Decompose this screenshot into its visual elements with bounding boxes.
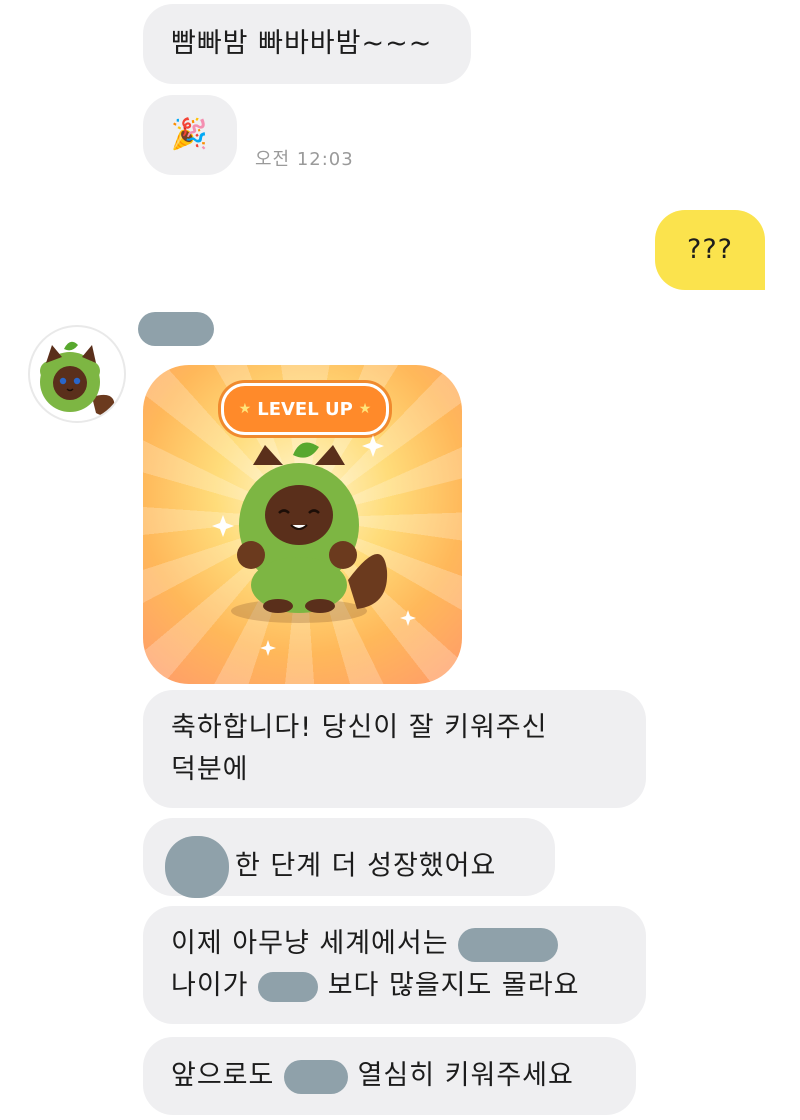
message-text-line: 이제 아무냥 세계에서는 [171, 923, 618, 965]
level-up-card[interactable]: ★ LEVEL UP ★ [143, 365, 462, 684]
sender-name-blurred [138, 312, 214, 346]
message-bubble[interactable]: 앞으로도 열심히 키워주세요 [143, 1037, 636, 1115]
message-text: 빰빠밤 빠바바밤~~~ [171, 28, 433, 59]
cat-in-green-leaf-costume-avatar [40, 341, 115, 416]
message-text: ??? [687, 234, 733, 265]
blurred-name [165, 836, 229, 898]
profile-avatar[interactable] [28, 325, 126, 423]
message-text-line: 나이가 보다 많을지도 몰라요 [171, 965, 618, 1007]
message-bubble[interactable]: 이제 아무냥 세계에서는 나이가 보다 많을지도 몰라요 [143, 906, 646, 1024]
message-text: 보다 많을지도 몰라요 [327, 970, 580, 1001]
blurred-name [458, 927, 559, 962]
my-message-bubble[interactable]: ??? [655, 210, 765, 290]
message-text: 이제 아무냥 세계에서는 [171, 928, 449, 959]
message-text-line: 덕분에 [171, 754, 249, 785]
message-bubble[interactable]: 한 단계 더 성장했어요 [143, 818, 555, 898]
message-text: 한 단계 더 성장했어요 [235, 850, 497, 882]
message-bubble[interactable]: 축하합니다! 당신이 잘 키워주신 덕분에 [143, 690, 646, 808]
cat-in-green-leaf-costume-illustration [212, 435, 416, 656]
message-timestamp: 오전 12:03 [255, 149, 354, 170]
party-popper-icon: 🎉 [170, 117, 210, 152]
message-bubble[interactable]: 빰빠밤 빠바바밤~~~ [143, 4, 471, 84]
message-text: 나이가 [171, 970, 249, 1001]
blurred-name [258, 971, 319, 1002]
blurred-name [283, 1059, 348, 1094]
emoji-message-bubble[interactable]: 🎉 [143, 95, 237, 175]
message-text: 앞으로도 [171, 1060, 275, 1091]
message-text: 열심히 키워주세요 [357, 1060, 574, 1091]
message-text-line: 축하합니다! 당신이 잘 키워주신 [171, 712, 548, 743]
